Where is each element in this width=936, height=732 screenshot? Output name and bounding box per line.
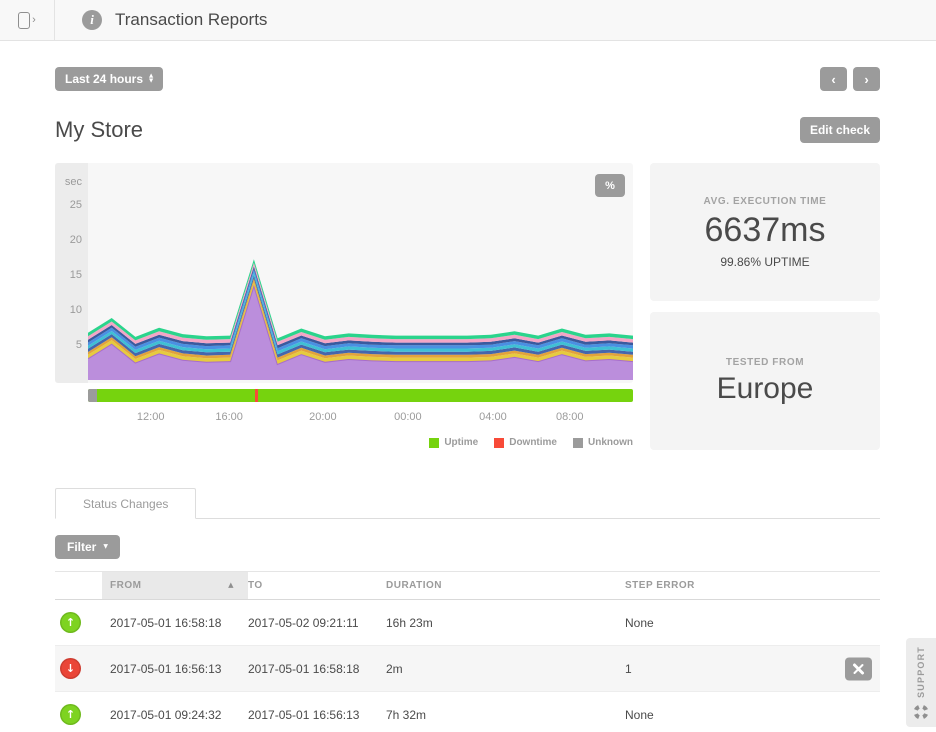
time-tick: 00:00 [394,411,422,423]
uptime-timeline-bar[interactable] [88,389,633,402]
uptime-swatch-icon [429,438,439,448]
lifebuoy-icon [913,704,929,720]
time-tick: 04:00 [479,411,507,423]
legend-item-downtime: Downtime [494,437,557,448]
tab-bar: Status Changes [55,487,880,519]
time-range-select[interactable]: Last 24 hours ▲▼ [55,67,163,91]
column-to[interactable]: TO [248,572,386,600]
status-changes-table: FROM ▲ TO DURATION STEP ERROR ↑ 2017-05-0… [55,571,880,732]
time-tick: 20:00 [309,411,337,423]
column-duration[interactable]: DURATION [386,572,625,600]
y-tick-10: 10 [70,303,82,317]
next-period-button[interactable]: › [853,67,880,91]
y-tick-25: 25 [70,198,82,212]
sidebar-toggle-icon [18,12,30,29]
y-tick-5: 5 [76,338,82,352]
percent-toggle-button[interactable]: % [595,174,625,197]
status-down-icon: ↓ [60,658,81,679]
prev-period-button[interactable]: ‹ [820,67,847,91]
to-cell: 2017-05-01 16:56:13 [248,692,386,732]
legend-item-unknown: Unknown [573,437,633,448]
chart-y-axis: sec 5 10 15 20 25 [55,163,88,383]
chart-legend: Uptime Downtime Unknown [55,437,633,448]
filter-button[interactable]: Filter ▼ [55,535,120,559]
table-header-row: FROM ▲ TO DURATION STEP ERROR [55,572,880,600]
downtime-swatch-icon [494,438,504,448]
tested-from-card: TESTED FROM Europe [650,312,880,450]
table-row: ↓ 2017-05-01 16:56:132017-05-01 16:58:182… [55,646,880,692]
time-axis: 12:00 16:00 20:00 00:00 04:00 08:00 [88,411,633,425]
chart-plot-area: % [88,163,633,383]
y-axis-unit: sec [65,175,82,189]
tested-from-label: TESTED FROM [726,357,804,368]
column-step-error[interactable]: STEP ERROR [625,572,880,600]
table-row: ↑ 2017-05-01 09:24:322017-05-01 16:56:137… [55,692,880,732]
updown-icon: ▲▼ [149,74,153,83]
duration-cell: 2m [386,646,625,692]
avg-execution-time-label: AVG. EXECUTION TIME [704,196,827,207]
downtime-marker [255,389,258,402]
status-up-icon: ↑ [60,612,81,633]
report-toolbar: Last 24 hours ▲▼ ‹ › [55,67,880,91]
to-cell: 2017-05-01 16:58:18 [248,646,386,692]
step-error-cell: 1 [625,646,880,692]
sidebar-toggle-button[interactable]: › [0,0,55,40]
status-up-icon: ↑ [60,704,81,725]
unknown-swatch-icon [573,438,583,448]
to-cell: 2017-05-02 09:21:11 [248,600,386,646]
table-row: ↑ 2017-05-01 16:58:182017-05-02 09:21:111… [55,600,880,646]
y-tick-15: 15 [70,268,82,282]
top-bar: › i Transaction Reports [0,0,936,41]
check-name: My Store [55,117,143,143]
page-title: Transaction Reports [115,10,267,30]
duration-cell: 16h 23m [386,600,625,646]
tab-status-changes[interactable]: Status Changes [55,488,196,519]
duration-cell: 7h 32m [386,692,625,732]
unknown-segment [88,389,97,402]
tested-from-value: Europe [717,372,814,406]
layer-green [88,259,633,342]
column-status [55,572,102,600]
support-label: SUPPORT [916,646,926,698]
from-cell: 2017-05-01 09:24:32 [102,692,248,732]
crossed-tools-icon [852,662,865,675]
edit-check-button[interactable]: Edit check [800,117,880,143]
filter-label: Filter [67,540,96,554]
step-error-cell: None [625,600,880,646]
chevron-down-icon: ▼ [103,544,108,550]
step-error-cell: None [625,692,880,732]
avg-execution-time-value: 6637ms [705,211,826,250]
uptime-percentage: 99.86% UPTIME [720,255,809,269]
stacked-area-chart [88,163,633,383]
time-tick: 12:00 [137,411,165,423]
time-tick: 16:00 [215,411,243,423]
time-tick: 08:00 [556,411,584,423]
time-range-label: Last 24 hours [65,72,143,86]
chevron-right-icon: › [32,15,36,26]
support-tab[interactable]: SUPPORT [906,638,936,727]
column-from[interactable]: FROM ▲ [102,572,248,600]
execution-time-chart: sec 5 10 15 20 25 % [55,163,633,383]
root-cause-analysis-button[interactable] [845,657,872,680]
from-cell: 2017-05-01 16:58:18 [102,600,248,646]
y-tick-20: 20 [70,233,82,247]
from-cell: 2017-05-01 16:56:13 [102,646,248,692]
legend-item-uptime: Uptime [429,437,478,448]
info-icon[interactable]: i [82,10,102,30]
avg-execution-time-card: AVG. EXECUTION TIME 6637ms 99.86% UPTIME [650,163,880,301]
sort-ascending-icon: ▲ [228,580,234,590]
